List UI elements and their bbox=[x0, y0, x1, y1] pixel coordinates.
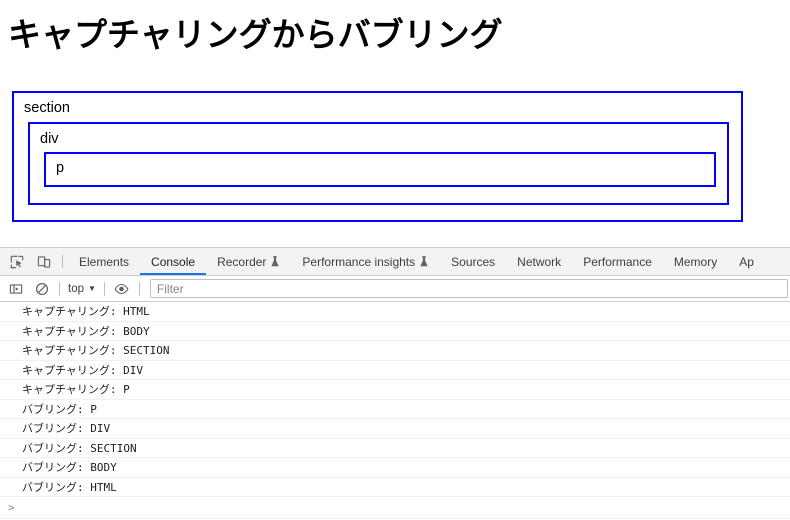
tab-application-label: Ap bbox=[739, 254, 754, 269]
console-message[interactable]: バブリング: P bbox=[0, 400, 790, 419]
web-page-viewport: キャプチャリングからバブリング section div p bbox=[0, 0, 790, 247]
tab-console[interactable]: Console bbox=[140, 248, 207, 275]
tab-network[interactable]: Network bbox=[506, 248, 572, 275]
console-prompt-input[interactable] bbox=[14, 498, 790, 517]
tab-recorder[interactable]: Recorder bbox=[206, 248, 291, 275]
page-title: キャプチャリングからバブリング bbox=[8, 16, 503, 53]
console-message-list[interactable]: キャプチャリング: HTML キャプチャリング: BODY キャプチャリング: … bbox=[0, 302, 790, 520]
inspect-element-glyph bbox=[10, 255, 23, 268]
clear-console-icon[interactable] bbox=[29, 278, 55, 300]
console-message[interactable]: バブリング: DIV bbox=[0, 419, 790, 439]
console-prompt-row[interactable]: > bbox=[0, 497, 790, 519]
eye-glyph bbox=[114, 283, 129, 294]
console-toolbar-divider bbox=[59, 281, 60, 296]
tab-console-label: Console bbox=[151, 254, 196, 269]
console-toolbar: top ▼ bbox=[0, 276, 790, 302]
section-box[interactable]: section div p bbox=[12, 91, 743, 222]
div-box-label: div bbox=[40, 131, 59, 147]
console-message[interactable]: キャプチャリング: SECTION bbox=[0, 341, 790, 361]
tab-application[interactable]: Ap bbox=[728, 248, 765, 275]
console-toolbar-divider-2 bbox=[103, 281, 105, 296]
device-toolbar-icon[interactable] bbox=[30, 248, 57, 275]
p-box-label: p bbox=[56, 160, 65, 176]
sidebar-toggle-glyph bbox=[9, 283, 23, 294]
console-message[interactable]: キャプチャリング: DIV bbox=[0, 361, 790, 380]
tab-performance-insights[interactable]: Performance insights bbox=[291, 248, 440, 275]
devtools-panel: Elements Console Recorder Performance in… bbox=[0, 247, 790, 520]
console-message[interactable]: バブリング: SECTION bbox=[0, 439, 790, 458]
console-message[interactable]: キャプチャリング: P bbox=[0, 380, 790, 400]
console-context-label: top bbox=[68, 282, 84, 295]
tab-recorder-label: Recorder bbox=[217, 254, 267, 269]
div-box[interactable]: div p bbox=[28, 122, 729, 205]
clear-console-glyph bbox=[35, 282, 49, 295]
tab-performance-insights-label: Performance insights bbox=[302, 254, 416, 269]
prompt-chevron-icon: > bbox=[8, 501, 15, 514]
inspect-element-icon[interactable] bbox=[3, 248, 30, 275]
tab-sources[interactable]: Sources bbox=[440, 248, 506, 275]
toolbar-divider bbox=[62, 255, 63, 268]
devtools-tabstrip: Elements Console Recorder Performance in… bbox=[0, 248, 790, 276]
tab-network-label: Network bbox=[517, 254, 562, 269]
console-context-selector[interactable]: top ▼ bbox=[64, 283, 100, 295]
p-box[interactable]: p bbox=[44, 152, 716, 187]
flask-icon bbox=[420, 255, 428, 266]
chevron-down-icon: ▼ bbox=[88, 284, 96, 293]
console-message[interactable]: バブリング: HTML bbox=[0, 478, 790, 497]
console-message[interactable]: キャプチャリング: BODY bbox=[0, 322, 790, 341]
tab-memory-label: Memory bbox=[673, 254, 718, 269]
device-toolbar-glyph bbox=[37, 255, 50, 268]
flask-icon bbox=[271, 255, 280, 266]
tab-sources-label: Sources bbox=[451, 254, 496, 269]
tab-memory[interactable]: Memory bbox=[663, 248, 728, 275]
console-filter-input[interactable] bbox=[149, 279, 788, 298]
console-message[interactable]: キャプチャリング: HTML bbox=[0, 302, 790, 322]
tab-performance-label: Performance bbox=[583, 254, 652, 269]
tab-performance[interactable]: Performance bbox=[572, 248, 663, 275]
section-box-label: section bbox=[24, 100, 70, 116]
console-message[interactable]: バブリング: BODY bbox=[0, 458, 790, 478]
tab-elements[interactable]: Elements bbox=[68, 248, 140, 275]
console-sidebar-toggle-icon[interactable] bbox=[3, 278, 29, 300]
live-expression-eye-icon[interactable] bbox=[109, 278, 135, 300]
console-toolbar-divider-3 bbox=[138, 281, 140, 296]
tab-elements-label: Elements bbox=[79, 254, 130, 269]
